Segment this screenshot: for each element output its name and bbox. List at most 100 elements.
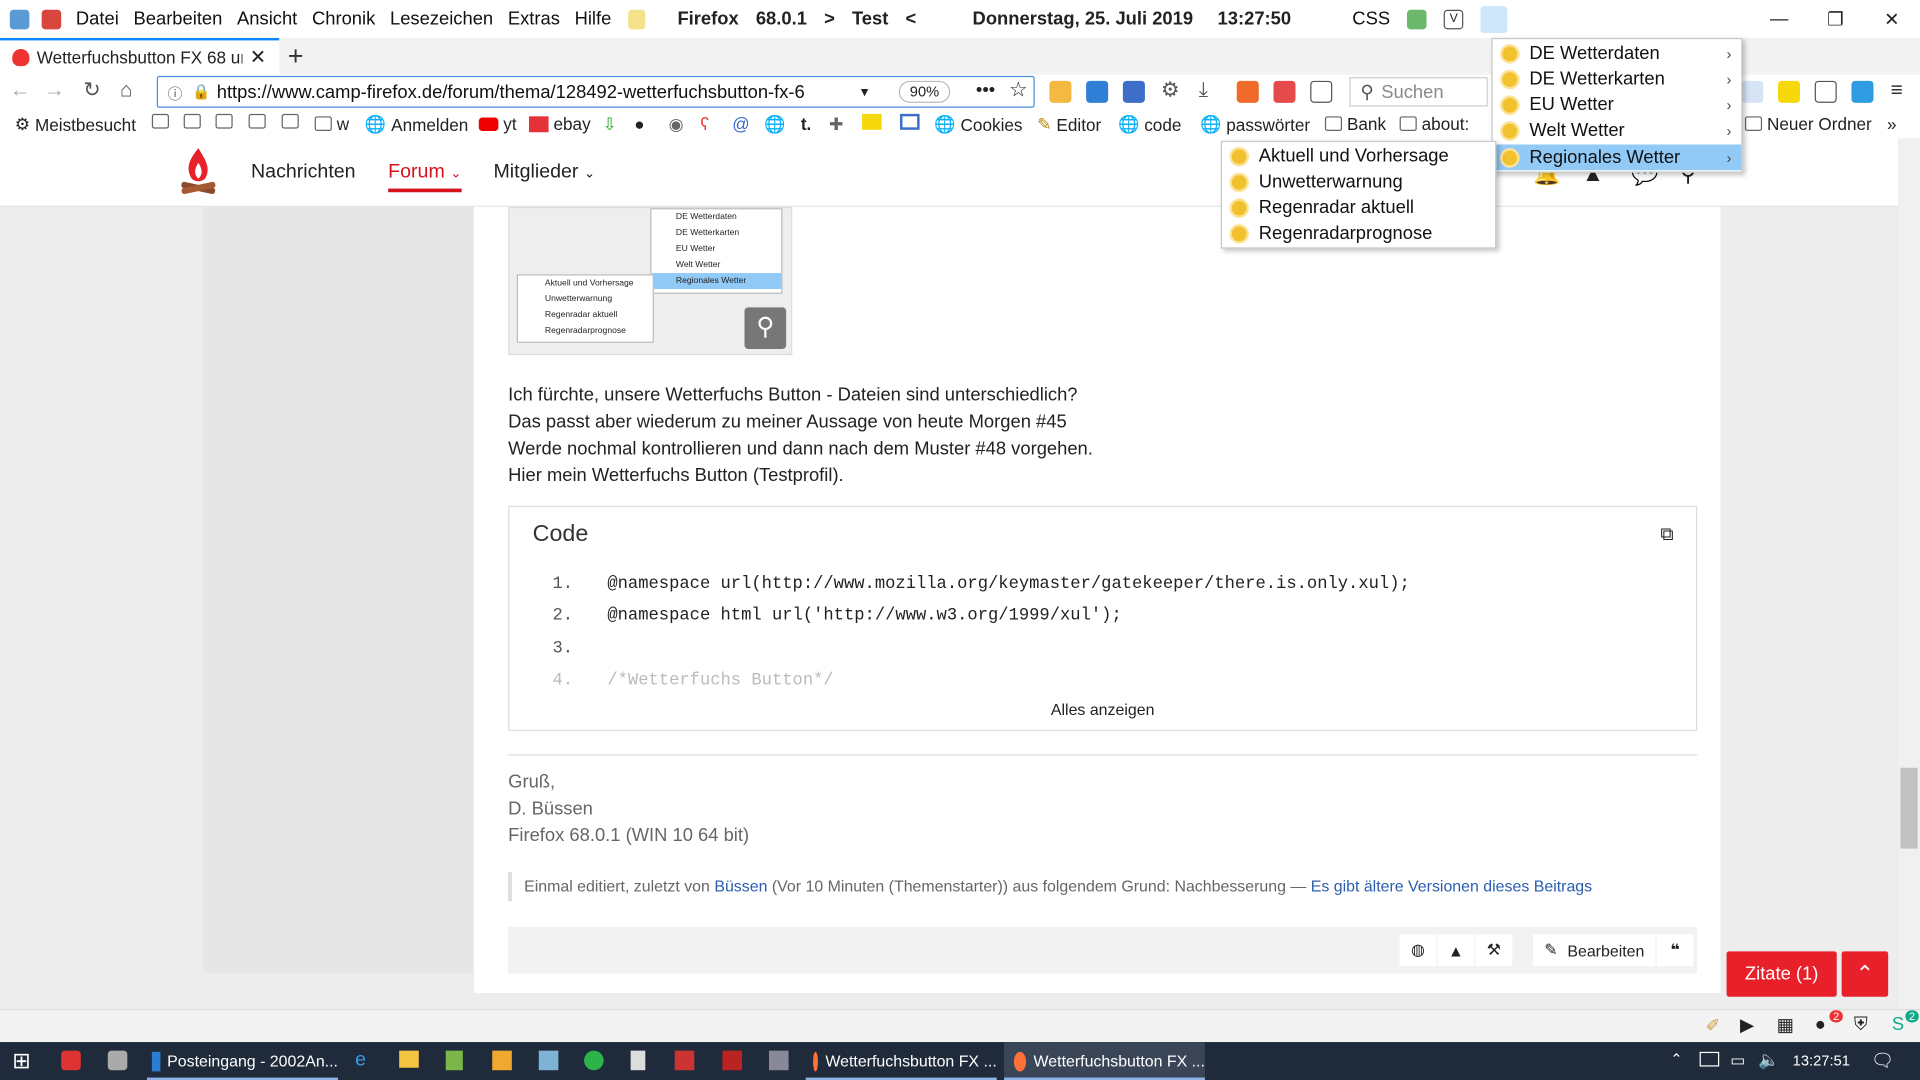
addon-orange-icon[interactable] bbox=[1236, 80, 1259, 103]
scroll-top-button[interactable]: ⌃ bbox=[1841, 951, 1889, 997]
css-addon-icon[interactable] bbox=[1777, 80, 1801, 103]
new-tab-button[interactable]: + bbox=[288, 40, 304, 72]
notifications-icon[interactable]: 🗨 bbox=[1871, 1049, 1894, 1072]
bookmark-anmelden[interactable]: 🌐 Anmelden bbox=[365, 114, 468, 135]
nav-mitglieder[interactable]: Mitglieder ⌄ bbox=[493, 162, 595, 184]
quote-post-button[interactable]: ❝ bbox=[1656, 934, 1694, 967]
menu-regionales-wetter[interactable]: Regionales Wetter › bbox=[1492, 144, 1742, 171]
bookmark-folder-1[interactable] bbox=[151, 113, 174, 129]
bookmark-folder-4[interactable] bbox=[248, 113, 271, 129]
bookmarks-overflow-icon[interactable]: » bbox=[1887, 114, 1897, 134]
css-label[interactable]: CSS bbox=[1345, 9, 1397, 30]
at-icon[interactable]: @ bbox=[732, 114, 749, 134]
campfire-logo[interactable] bbox=[179, 146, 218, 200]
taskbar-app2-icon[interactable] bbox=[107, 1050, 128, 1071]
bookmark-meistbesucht[interactable]: ⚙ Meistbesucht bbox=[15, 114, 136, 135]
puzzle-icon[interactable]: ✚ bbox=[829, 114, 843, 135]
battery-icon[interactable] bbox=[1699, 1051, 1720, 1067]
taskbar-firefox-1[interactable]: Wetterfuchsbutton FX ... bbox=[805, 1042, 997, 1080]
taskbar-app6-icon[interactable] bbox=[630, 1050, 646, 1071]
taskbar-app9-icon[interactable] bbox=[768, 1050, 789, 1071]
network-icon[interactable]: ▭ bbox=[1730, 1051, 1745, 1071]
page-actions-icon[interactable]: ••• bbox=[976, 80, 995, 101]
image-icon[interactable] bbox=[1407, 9, 1427, 29]
explorer-icon[interactable] bbox=[399, 1050, 419, 1068]
windows-start-icon[interactable]: ⊞ bbox=[12, 1048, 30, 1074]
download-icon[interactable]: ⤓ bbox=[1199, 78, 1208, 102]
reload-icon[interactable]: ↻ bbox=[83, 78, 100, 102]
nav-nachrichten[interactable]: Nachrichten bbox=[251, 162, 356, 184]
edit-icon[interactable] bbox=[1741, 80, 1764, 103]
minimize-button[interactable]: — bbox=[1751, 0, 1807, 38]
taskbar-app7-icon[interactable] bbox=[674, 1050, 695, 1071]
page-scrollbar[interactable] bbox=[1897, 138, 1920, 1009]
url-text[interactable]: https://www.camp-firefox.de/forum/thema/… bbox=[217, 81, 854, 102]
edit-post-button[interactable]: ✎ Bearbeiten bbox=[1533, 934, 1656, 967]
skype-icon[interactable]: S bbox=[1892, 1014, 1904, 1035]
menu-regenradar-aktuell[interactable]: Regenradar aktuell bbox=[1222, 195, 1495, 221]
globe-footer-icon[interactable]: ◍ bbox=[1399, 934, 1437, 967]
disc-icon[interactable]: ◉ bbox=[669, 114, 684, 135]
taskbar-clock[interactable]: 13:27:51 bbox=[1793, 1052, 1850, 1069]
red-addon-bookmark-icon[interactable]: ʕ bbox=[700, 114, 709, 134]
taskbar-app1-icon[interactable] bbox=[61, 1050, 81, 1071]
taskbar-app5-icon[interactable] bbox=[538, 1050, 559, 1071]
edge-icon[interactable]: e bbox=[355, 1049, 366, 1071]
url-dropdown-icon[interactable]: ▾ bbox=[861, 83, 868, 100]
clapper-icon[interactable]: ▦ bbox=[1777, 1014, 1794, 1036]
home-icon[interactable]: ⌂ bbox=[120, 78, 133, 102]
play-icon[interactable]: ▶ bbox=[1740, 1014, 1754, 1036]
menu-welt-wetter[interactable]: Welt Wetter › bbox=[1493, 118, 1742, 144]
back-icon[interactable]: ← bbox=[10, 78, 31, 102]
gear-icon[interactable]: ⚙ bbox=[1161, 78, 1180, 102]
tab-wetterfuchsbutton[interactable]: Wetterfuchsbutton FX 68 ur ✕ bbox=[0, 37, 280, 75]
close-tab-icon[interactable]: ✕ bbox=[250, 45, 266, 69]
taskbar-app4-icon[interactable] bbox=[492, 1050, 512, 1071]
calendar-icon[interactable] bbox=[41, 9, 62, 29]
menu-de-wetterkarten[interactable]: DE Wetterkarten › bbox=[1493, 66, 1742, 92]
bookmark-yt[interactable]: yt bbox=[478, 114, 517, 133]
url-bar[interactable]: ⓘ 🔒 https://www.camp-firefox.de/forum/th… bbox=[156, 75, 1035, 108]
nav-forum[interactable]: Forum ⌄ bbox=[388, 162, 462, 193]
menu-lesezeichen[interactable]: Lesezeichen bbox=[383, 9, 501, 30]
folder-open-icon[interactable] bbox=[1049, 80, 1072, 103]
bookmark-bank[interactable]: Bank bbox=[1324, 114, 1386, 133]
b64-icon[interactable] bbox=[862, 113, 882, 130]
menu-datei[interactable]: Datei bbox=[69, 9, 127, 30]
addon-badge-icon[interactable]: ● bbox=[1815, 1014, 1826, 1035]
taskbar-app3-icon[interactable] bbox=[445, 1050, 463, 1071]
folder-blue-icon[interactable] bbox=[1086, 80, 1109, 103]
lock-icon[interactable]: 🔒 bbox=[192, 83, 210, 100]
v2-addon-icon[interactable] bbox=[1814, 80, 1837, 103]
menu-unwetterwarnung[interactable]: Unwetterwarnung bbox=[1222, 169, 1495, 195]
scrollbar-thumb[interactable] bbox=[1900, 767, 1918, 849]
menu-aktuell-vorhersage[interactable]: Aktuell und Vorhersage bbox=[1222, 143, 1495, 169]
bookmark-neuer-ordner[interactable]: Neuer Ordner bbox=[1744, 114, 1872, 133]
menu-eu-wetter[interactable]: EU Wetter › bbox=[1493, 92, 1742, 118]
menu-regenradarprognose[interactable]: Regenradarprognose bbox=[1222, 220, 1495, 246]
forward-icon[interactable]: → bbox=[44, 78, 65, 102]
globe-bookmark-icon[interactable]: 🌐 bbox=[764, 114, 785, 135]
shield-icon[interactable]: ⛨ bbox=[1854, 1014, 1868, 1035]
bookmark-editor[interactable]: ✎ Editor bbox=[1037, 114, 1101, 135]
taskbar-check-icon[interactable] bbox=[584, 1050, 604, 1071]
taskbar-app8-icon[interactable] bbox=[722, 1050, 743, 1071]
notepad-icon[interactable] bbox=[628, 9, 646, 29]
edit-note-user-link[interactable]: Büssen bbox=[714, 877, 767, 895]
search-input[interactable]: ⚲ Suchen bbox=[1349, 77, 1488, 107]
addon-red-icon[interactable] bbox=[1273, 80, 1296, 103]
quotes-button[interactable]: Zitate (1) bbox=[1726, 951, 1837, 997]
older-versions-link[interactable]: Es gibt ältere Versionen dieses Beitrags bbox=[1311, 877, 1592, 895]
bookmark-passwoerter[interactable]: 🌐 passwörter bbox=[1200, 114, 1310, 135]
zoom-badge[interactable]: 90% bbox=[898, 80, 951, 103]
tray-chevron-icon[interactable]: ⌃ bbox=[1670, 1051, 1682, 1068]
weather-button-icon[interactable] bbox=[1480, 5, 1508, 33]
info-icon[interactable]: ⓘ bbox=[168, 83, 185, 103]
broom-icon[interactable]: ✐ bbox=[1706, 1015, 1720, 1036]
bookmark-ebay[interactable]: ebay bbox=[528, 114, 591, 133]
bookmark-folder-2[interactable] bbox=[183, 113, 206, 129]
hamburger-menu-icon[interactable]: ≡ bbox=[1891, 78, 1903, 102]
bookmark-folder-5[interactable] bbox=[281, 113, 304, 129]
v-addon-icon[interactable] bbox=[1310, 80, 1333, 103]
report-icon[interactable]: ▲ bbox=[1437, 934, 1475, 967]
